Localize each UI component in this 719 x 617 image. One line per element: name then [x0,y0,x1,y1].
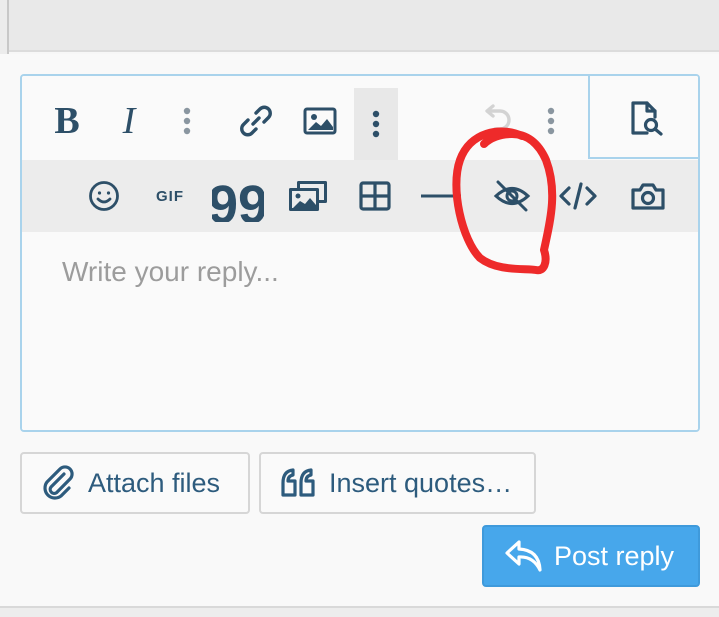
quote-icon: 99 [212,178,264,222]
post-reply-button[interactable]: Post reply [482,525,700,587]
media-button[interactable] [282,170,334,222]
code-icon [559,182,597,210]
attach-files-button[interactable]: Attach files [20,452,250,514]
insert-quotes-label: Insert quotes… [329,467,513,498]
editor-toolbar-primary: B I [22,76,698,160]
spoiler-button[interactable] [486,170,538,222]
editor-toolbar-secondary: GIF 99 [22,160,698,232]
more-text-options-button[interactable] [170,90,204,152]
camera-icon [631,183,665,210]
reply-placeholder: Write your reply... [62,256,279,287]
table-icon [359,181,391,211]
more-misc-options-button[interactable] [534,90,568,152]
eye-slash-icon [493,180,531,212]
media-gallery-icon [289,181,327,211]
code-button[interactable] [552,170,604,222]
top-strip [0,0,719,52]
preview-toggle-container [588,76,698,159]
attach-files-label: Attach files [88,467,221,498]
gif-button[interactable]: GIF [146,170,194,222]
bold-icon: B [54,100,80,142]
page-bottom-edge [0,606,719,617]
insert-quotes-button[interactable]: Insert quotes… [259,452,536,514]
rich-text-editor: B I GIF Write your reply... [20,74,700,432]
undo-button[interactable] [474,90,522,152]
vertical-ellipsis-icon [547,107,555,135]
image-icon [303,107,337,135]
post-reply-label: Post reply [554,540,675,571]
preview-button[interactable] [614,88,678,148]
horizontal-rule-icon [421,194,461,198]
reply-arrow-icon [504,539,544,573]
more-insert-options-button[interactable] [354,88,398,160]
reply-textarea[interactable]: Write your reply... [22,232,698,430]
vertical-ellipsis-icon [372,110,380,138]
camera-button[interactable] [622,170,674,222]
file-search-icon [631,101,663,136]
table-button[interactable] [350,170,400,222]
italic-icon: I [122,100,136,142]
smiley-icon [89,181,119,211]
italic-button[interactable]: I [106,90,152,152]
gif-icon: GIF [156,187,184,205]
quote-button[interactable]: 99 [212,170,264,222]
link-icon [240,105,272,137]
quote-left-icon [279,467,319,499]
emoji-button[interactable] [80,170,128,222]
paperclip-icon [42,465,76,501]
vertical-ellipsis-icon [183,107,191,135]
undo-icon [485,104,511,131]
horizontal-line-button[interactable] [418,170,464,222]
link-button[interactable] [230,90,282,152]
bold-button[interactable]: B [44,90,90,152]
insert-image-button[interactable] [294,90,346,152]
